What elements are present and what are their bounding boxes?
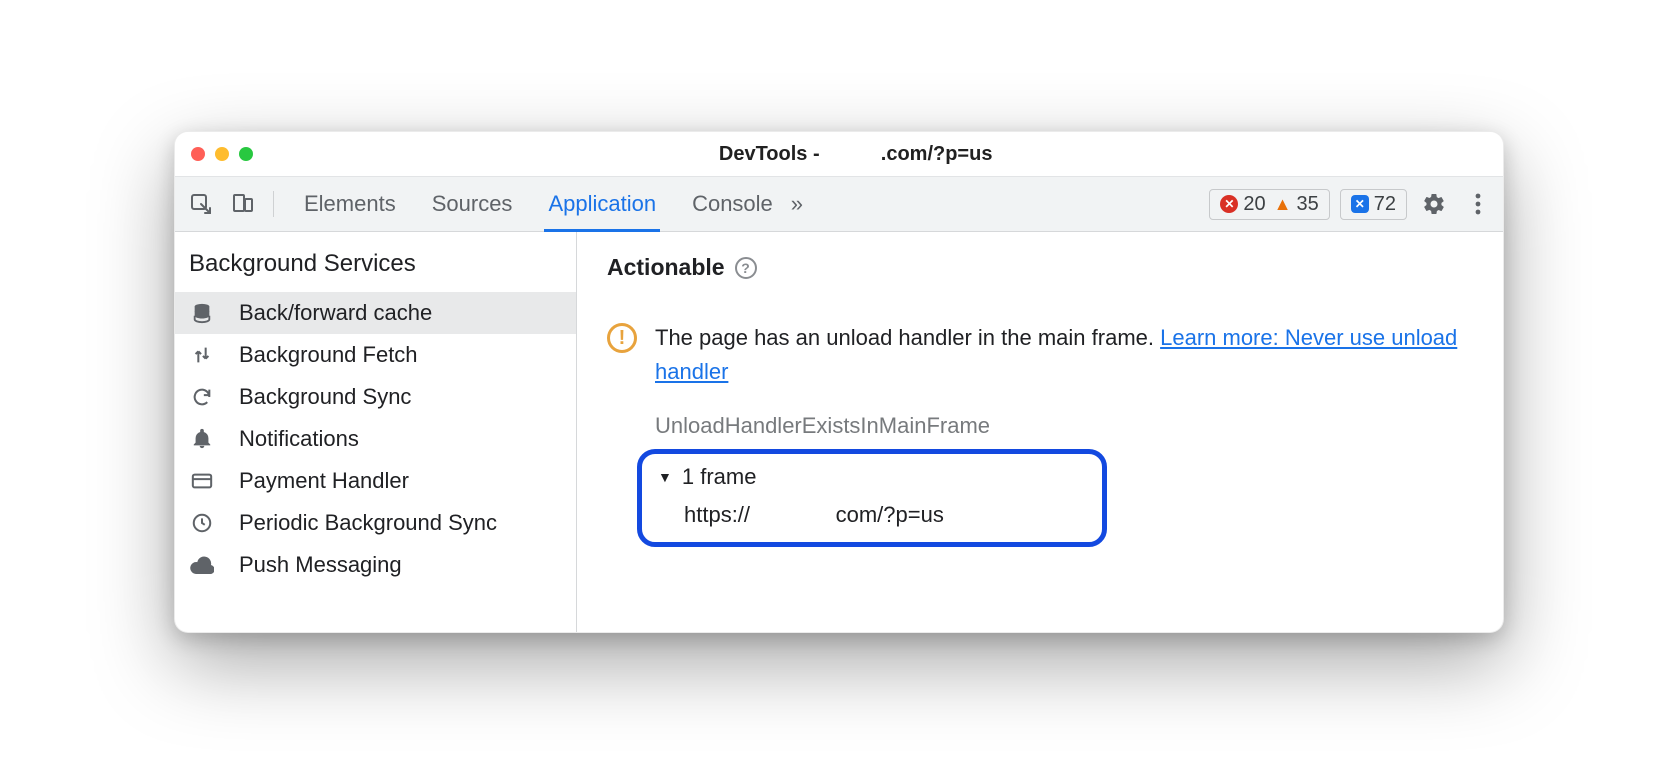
section-title-text: Actionable bbox=[607, 254, 725, 281]
warning-text: The page has an unload handler in the ma… bbox=[655, 321, 1473, 389]
application-main-panel: Actionable ? ! The page has an unload ha… bbox=[577, 232, 1503, 632]
tab-application[interactable]: Application bbox=[544, 178, 660, 232]
application-sidebar: Background Services Back/forward cache B… bbox=[175, 232, 577, 632]
warning-message: The page has an unload handler in the ma… bbox=[655, 325, 1160, 350]
sidebar-item-background-fetch[interactable]: Background Fetch bbox=[175, 334, 576, 376]
panel-body: Background Services Back/forward cache B… bbox=[175, 232, 1503, 632]
warning-circle-icon: ! bbox=[607, 323, 637, 353]
sidebar-item-push-messaging[interactable]: Push Messaging bbox=[175, 544, 576, 586]
sync-icon bbox=[189, 384, 215, 410]
devtools-window: DevTools - .com/?p=us Elements Sources A… bbox=[174, 131, 1504, 633]
database-icon bbox=[189, 300, 215, 326]
cloud-icon bbox=[189, 552, 215, 578]
sidebar-item-label: Push Messaging bbox=[239, 552, 402, 578]
sidebar-item-background-sync[interactable]: Background Sync bbox=[175, 376, 576, 418]
toolbar-right-group: ✕ 20 ▲ 35 ✕ 72 bbox=[1209, 189, 1495, 220]
sidebar-item-notifications[interactable]: Notifications bbox=[175, 418, 576, 460]
tab-console[interactable]: Console bbox=[688, 178, 777, 232]
sidebar-item-periodic-background-sync[interactable]: Periodic Background Sync bbox=[175, 502, 576, 544]
section-title: Actionable ? bbox=[607, 254, 1473, 281]
zoom-window-button[interactable] bbox=[239, 147, 253, 161]
issues-icon: ✕ bbox=[1351, 195, 1369, 213]
frames-disclosure[interactable]: ▼ 1 frame bbox=[658, 464, 1082, 490]
sidebar-item-label: Background Fetch bbox=[239, 342, 418, 368]
close-window-button[interactable] bbox=[191, 147, 205, 161]
bell-icon bbox=[189, 426, 215, 452]
disclosure-triangle-icon: ▼ bbox=[658, 469, 672, 485]
more-tabs-icon[interactable]: » bbox=[791, 191, 803, 217]
window-titlebar: DevTools - .com/?p=us bbox=[175, 132, 1503, 176]
inspect-element-icon[interactable] bbox=[183, 186, 219, 222]
sidebar-item-back-forward-cache[interactable]: Back/forward cache bbox=[175, 292, 576, 334]
sidebar-section-title: Background Services bbox=[175, 242, 576, 292]
card-icon bbox=[189, 468, 215, 494]
clock-icon bbox=[189, 510, 215, 536]
warning-icon: ▲ bbox=[1274, 194, 1292, 215]
sidebar-item-label: Payment Handler bbox=[239, 468, 409, 494]
issues-count-value: 72 bbox=[1374, 193, 1396, 216]
sidebar-item-label: Periodic Background Sync bbox=[239, 510, 497, 536]
warning-count: ▲ 35 bbox=[1274, 193, 1319, 216]
issues-button[interactable]: ✕ 72 bbox=[1340, 189, 1407, 220]
warning-row: ! The page has an unload handler in the … bbox=[607, 321, 1473, 389]
minimize-window-button[interactable] bbox=[215, 147, 229, 161]
error-count-value: 20 bbox=[1243, 193, 1265, 216]
error-icon: ✕ bbox=[1220, 195, 1238, 213]
issues-count: ✕ 72 bbox=[1351, 193, 1396, 216]
sidebar-item-label: Background Sync bbox=[239, 384, 411, 410]
sidebar-item-payment-handler[interactable]: Payment Handler bbox=[175, 460, 576, 502]
reason-identifier: UnloadHandlerExistsInMainFrame bbox=[655, 413, 1473, 439]
device-toolbar-icon[interactable] bbox=[225, 186, 261, 222]
panel-tabs: Elements Sources Application Console bbox=[300, 177, 777, 231]
sidebar-item-label: Back/forward cache bbox=[239, 300, 432, 326]
tab-elements[interactable]: Elements bbox=[300, 178, 400, 232]
frames-highlight-box: ▼ 1 frame https:// com/?p=us bbox=[637, 449, 1107, 547]
more-options-icon[interactable] bbox=[1461, 193, 1495, 215]
error-count: ✕ 20 bbox=[1220, 193, 1265, 216]
console-counts-button[interactable]: ✕ 20 ▲ 35 bbox=[1209, 189, 1329, 220]
updown-icon bbox=[189, 342, 215, 368]
settings-icon[interactable] bbox=[1417, 192, 1451, 216]
warning-count-value: 35 bbox=[1297, 193, 1319, 216]
frames-summary-text: 1 frame bbox=[682, 464, 757, 490]
tab-sources[interactable]: Sources bbox=[428, 178, 517, 232]
frame-url[interactable]: https:// com/?p=us bbox=[684, 502, 1082, 528]
help-icon[interactable]: ? bbox=[735, 257, 757, 279]
traffic-lights bbox=[191, 147, 253, 161]
toolbar-separator bbox=[273, 191, 274, 217]
sidebar-item-label: Notifications bbox=[239, 426, 359, 452]
